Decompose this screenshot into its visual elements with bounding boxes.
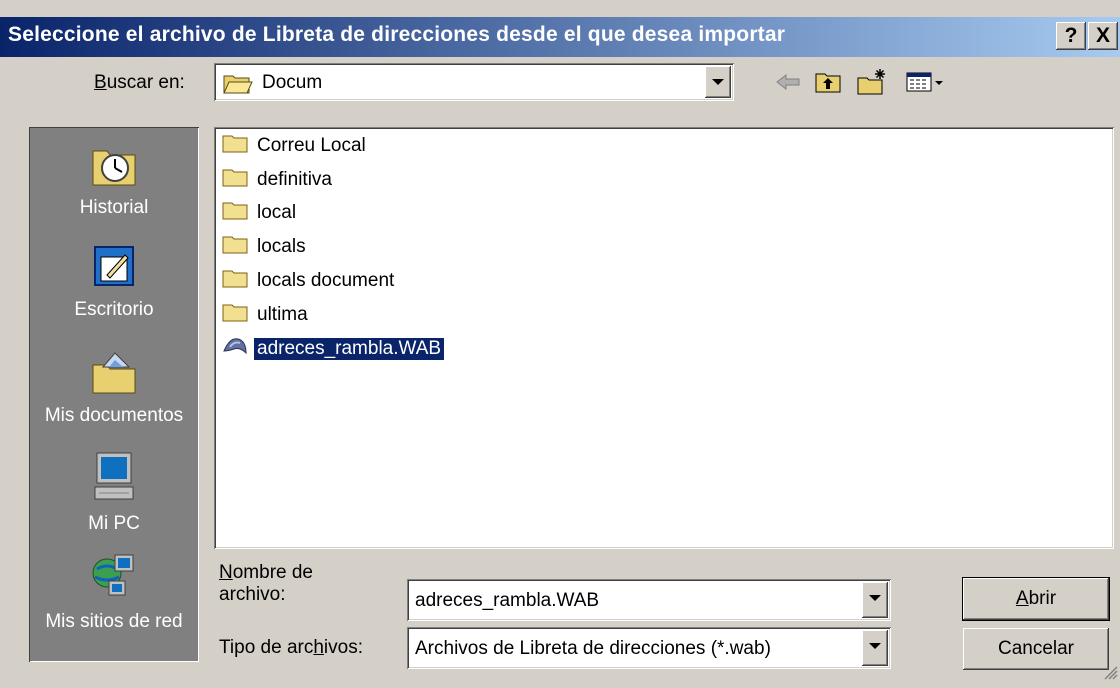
- lookin-dropdown-button[interactable]: [705, 66, 731, 98]
- places-item-network[interactable]: Mis sitios de red: [29, 551, 199, 633]
- list-item[interactable]: locals: [222, 232, 309, 262]
- filetype-value: Archivos de Libreta de direcciones (*.wa…: [415, 638, 771, 659]
- places-bar: Historial Escritorio Mis documentos Mi P…: [29, 127, 199, 662]
- address-book-icon: [222, 335, 248, 363]
- places-item-history[interactable]: Historial: [29, 141, 199, 219]
- filename-input[interactable]: adreces_rambla.WAB: [415, 590, 599, 612]
- folder-icon: [222, 167, 248, 193]
- history-icon: [29, 141, 199, 193]
- places-label: Historial: [79, 197, 149, 218]
- file-name: local: [257, 202, 297, 223]
- places-item-desktop[interactable]: Escritorio: [29, 243, 199, 321]
- folder-icon: [222, 302, 248, 328]
- filetype-combobox[interactable]: Archivos de Libreta de direcciones (*.wa…: [407, 627, 891, 669]
- places-item-my-computer[interactable]: Mi PC: [29, 449, 199, 535]
- open-file-dialog: Seleccione el archivo de Libreta de dire…: [0, 0, 1120, 688]
- filetype-dropdown-button[interactable]: [862, 630, 888, 666]
- my-documents-icon: [29, 349, 199, 401]
- view-menu-icon[interactable]: [900, 62, 950, 102]
- places-label: Escritorio: [74, 299, 154, 320]
- file-name: locals: [257, 236, 306, 257]
- my-computer-icon: [29, 449, 199, 509]
- folder-icon: [222, 133, 248, 159]
- file-name: adreces_rambla.WAB: [252, 337, 446, 361]
- list-item[interactable]: ultima: [222, 300, 311, 330]
- folder-icon: [222, 268, 248, 294]
- filetype-label: Tipo de archivos:: [219, 637, 363, 658]
- places-label: Mis documentos: [44, 405, 184, 426]
- file-name: Correu Local: [257, 135, 366, 156]
- places-label: Mi PC: [88, 513, 140, 534]
- help-button[interactable]: ?: [1056, 22, 1086, 50]
- folder-icon: [222, 234, 248, 260]
- places-item-my-documents[interactable]: Mis documentos: [29, 349, 199, 427]
- folder-icon: [222, 200, 248, 226]
- open-button[interactable]: Abrir: [962, 577, 1110, 621]
- lookin-combobox[interactable]: Docum: [214, 63, 734, 101]
- new-folder-icon[interactable]: [852, 62, 892, 102]
- up-folder-icon[interactable]: [810, 62, 846, 102]
- filename-combobox[interactable]: adreces_rambla.WAB: [407, 579, 891, 621]
- cancel-button[interactable]: Cancelar: [963, 628, 1109, 670]
- lookin-label: Buscar en:: [94, 72, 185, 93]
- open-folder-icon: [223, 72, 253, 100]
- lookin-value: Docum: [262, 72, 323, 93]
- file-name: locals document: [257, 270, 395, 291]
- list-item[interactable]: Correu Local: [222, 131, 369, 161]
- network-places-icon: [29, 551, 199, 607]
- filename-label: Nombre de archivo:: [219, 562, 314, 605]
- back-arrow-icon[interactable]: [770, 62, 806, 102]
- file-list[interactable]: Correu Local definitiva local locals loc…: [214, 127, 1114, 549]
- title-bar[interactable]: Seleccione el archivo de Libreta de dire…: [0, 17, 1120, 57]
- desktop-icon: [29, 243, 199, 295]
- list-item[interactable]: local: [222, 198, 299, 228]
- list-item-selected[interactable]: adreces_rambla.WAB: [222, 334, 446, 364]
- list-item[interactable]: definitiva: [222, 165, 335, 195]
- dialog-title: Seleccione el archivo de Libreta de dire…: [8, 23, 786, 46]
- file-name: ultima: [257, 304, 308, 325]
- places-label: Mis sitios de red: [45, 611, 183, 632]
- list-item[interactable]: locals document: [222, 266, 397, 296]
- resize-grip-icon[interactable]: [1102, 664, 1118, 686]
- close-button[interactable]: X: [1088, 22, 1118, 50]
- file-name: definitiva: [257, 169, 332, 190]
- filename-dropdown-button[interactable]: [862, 582, 888, 618]
